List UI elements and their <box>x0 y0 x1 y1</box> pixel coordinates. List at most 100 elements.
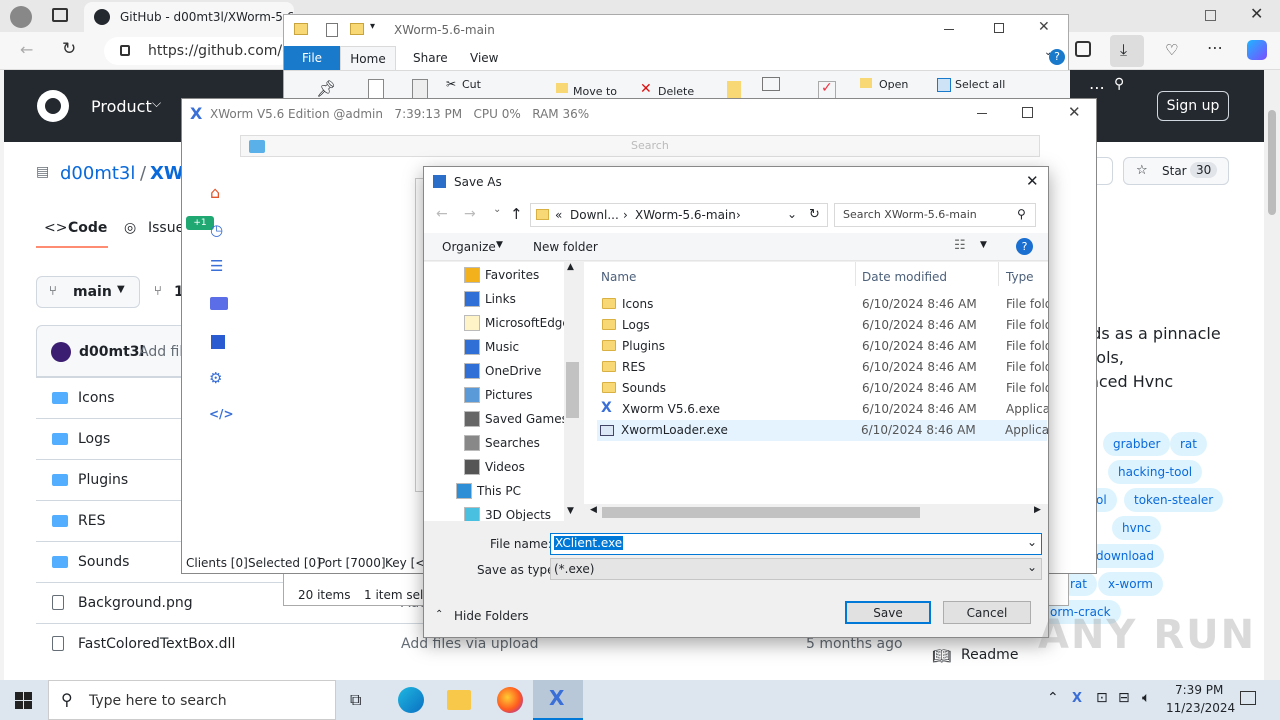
sign-up-button[interactable]: Sign up <box>1157 91 1229 121</box>
dialog-file-row[interactable]: RES 6/10/2024 8:46 AM File fold <box>598 357 1048 378</box>
file-name-input[interactable]: XClient.exe ⌄ <box>550 533 1042 555</box>
browser-tab[interactable]: GitHub - d00mt3l/XWorm-5.6: <box>84 2 298 32</box>
chevron-down-icon[interactable]: ⌄ <box>1027 535 1037 549</box>
scrollbar-thumb[interactable] <box>1268 110 1276 215</box>
topic-tag[interactable]: rat <box>1170 432 1207 456</box>
dialog-file-row[interactable]: XwormLoader.exe 6/10/2024 8:46 AM Applicat <box>597 420 1048 441</box>
tree-item[interactable]: Searches <box>464 432 540 454</box>
start-icon[interactable] <box>15 692 32 709</box>
cut-button[interactable]: Cut <box>462 78 481 91</box>
topic-tag[interactable]: hvnc <box>1112 516 1161 540</box>
pin-icon[interactable]: 📌︎ <box>316 79 336 98</box>
settings-icon[interactable]: ⚙ <box>209 369 222 387</box>
save-button[interactable]: Save <box>845 601 931 624</box>
maximize-icon[interactable] <box>994 23 1004 33</box>
caret-down-icon[interactable]: ▼ <box>980 240 987 250</box>
file-name[interactable]: Icons <box>78 390 115 406</box>
ribbon-tab-home[interactable]: Home <box>340 46 396 70</box>
save-type-select[interactable]: (*.exe) ⌄ <box>550 558 1042 580</box>
taskbar-search[interactable]: ⚲ Type here to search <box>48 680 336 720</box>
chevron-up-icon[interactable]: ⌃ <box>435 609 443 620</box>
path-separator[interactable]: › <box>736 208 741 222</box>
tree-item[interactable]: 3D Objects <box>464 504 551 521</box>
new-folder-icon[interactable] <box>350 23 364 35</box>
scroll-right-icon[interactable]: ▶ <box>1034 505 1041 515</box>
delete-button[interactable]: Delete <box>658 85 694 98</box>
new-item-icon[interactable] <box>762 77 780 91</box>
topic-tag[interactable]: x-worm <box>1098 572 1163 596</box>
heart-pulse-icon[interactable]: ♡ <box>1165 41 1178 59</box>
network-icon[interactable]: ⊟ <box>1118 690 1130 706</box>
page-scrollbar[interactable] <box>1264 70 1280 680</box>
tray-chevron-icon[interactable]: ⌃ <box>1047 690 1059 706</box>
task-view-icon[interactable]: ⧉ <box>350 690 361 710</box>
file-name[interactable]: Plugins <box>78 472 128 488</box>
edge-icon[interactable] <box>398 687 424 713</box>
commit-author[interactable]: d00mt3l <box>79 344 144 360</box>
horizontal-scrollbar[interactable]: ◀ ▶ <box>584 504 1048 521</box>
readme-link[interactable]: Readme <box>961 647 1018 663</box>
minimize-icon[interactable] <box>944 29 954 30</box>
tree-item[interactable]: Saved Games <box>464 408 568 430</box>
tree-item[interactable]: This PC <box>456 480 521 502</box>
nav-product[interactable]: Product <box>91 97 152 116</box>
file-commit-message[interactable]: Add files via upload <box>401 636 539 652</box>
star-button[interactable]: ☆ Star 30 <box>1123 157 1229 185</box>
repo-owner-link[interactable]: d00mt3l <box>60 163 135 184</box>
list-icon[interactable]: ☰ <box>210 257 223 275</box>
topic-tag[interactable]: token-stealer <box>1124 488 1224 512</box>
select-all-button[interactable]: Select all <box>955 78 1005 91</box>
file-name[interactable]: FastColoredTextBox.dll <box>78 636 235 652</box>
tree-item[interactable]: Pictures <box>464 384 533 406</box>
branch-selector[interactable]: ⑂ main ▼ <box>36 276 140 308</box>
scroll-down-icon[interactable]: ▼ <box>567 506 574 516</box>
ribbon-tab-file[interactable]: File <box>284 46 340 70</box>
clock-time[interactable]: 7:39 PM <box>1175 683 1223 697</box>
pin-icon[interactable]: ⚲ <box>1114 76 1124 92</box>
properties-icon[interactable] <box>326 23 338 37</box>
minimize-icon[interactable] <box>977 113 987 114</box>
tree-item[interactable]: Music <box>464 336 519 358</box>
move-to-button[interactable]: Move to <box>573 85 617 98</box>
dialog-file-row[interactable]: Plugins 6/10/2024 8:46 AM File fold <box>598 336 1048 357</box>
more-icon[interactable]: ⋯ <box>1089 78 1105 97</box>
path-separator[interactable]: › <box>623 208 628 222</box>
profile-avatar[interactable] <box>10 6 32 28</box>
back-icon[interactable]: ← <box>20 40 33 59</box>
notification-icon[interactable] <box>1240 691 1256 705</box>
tree-item[interactable]: Favorites <box>464 264 539 286</box>
url-field[interactable]: https://github.com/d0 <box>104 37 300 65</box>
scroll-left-icon[interactable]: ◀ <box>590 505 597 515</box>
quick-access-dropdown-icon[interactable]: ▾ <box>370 21 375 32</box>
paste-icon[interactable] <box>412 79 428 99</box>
chevron-down-icon[interactable]: ⌄ <box>787 207 797 221</box>
dialog-file-row[interactable]: Logs 6/10/2024 8:46 AM File fold <box>598 315 1048 336</box>
view-options-icon[interactable]: ☷ <box>954 238 966 253</box>
open-button[interactable]: Open <box>879 78 908 91</box>
path-segment[interactable]: Downl... <box>570 208 619 222</box>
volume-icon[interactable]: 🔈︎ <box>1142 690 1150 706</box>
scrollbar-thumb[interactable] <box>602 507 920 518</box>
chevron-down-icon[interactable]: ⌄ <box>1027 560 1037 574</box>
scroll-up-icon[interactable]: ▲ <box>567 262 574 272</box>
topic-tag[interactable]: hacking-tool <box>1108 460 1203 484</box>
restore-icon[interactable] <box>1205 10 1216 21</box>
home-icon[interactable]: ⌂ <box>210 183 220 202</box>
topic-tag[interactable]: grabber <box>1103 432 1171 456</box>
cancel-button[interactable]: Cancel <box>943 601 1031 624</box>
properties-icon[interactable]: ✓ <box>818 80 836 99</box>
github-logo-icon[interactable] <box>37 90 69 122</box>
back-icon[interactable]: ← <box>436 206 448 222</box>
close-icon[interactable]: ✕ <box>1038 19 1050 35</box>
dialog-file-row[interactable]: Icons 6/10/2024 8:46 AM File fold <box>598 294 1048 315</box>
file-name[interactable]: RES <box>78 513 105 529</box>
dialog-search-input[interactable]: Search XWorm-5.6-main ⚲ <box>834 203 1036 227</box>
xworm-search-input[interactable]: Search <box>240 135 1040 157</box>
column-type[interactable]: Type <box>1006 270 1034 284</box>
column-date[interactable]: Date modified <box>862 270 947 284</box>
ribbon-tab-share[interactable]: Share <box>413 51 448 65</box>
clock-date[interactable]: 11/23/2024 <box>1166 701 1235 715</box>
forward-icon[interactable]: → <box>464 206 476 222</box>
help-icon[interactable]: ? <box>1016 238 1033 255</box>
help-icon[interactable]: ? <box>1049 49 1065 65</box>
